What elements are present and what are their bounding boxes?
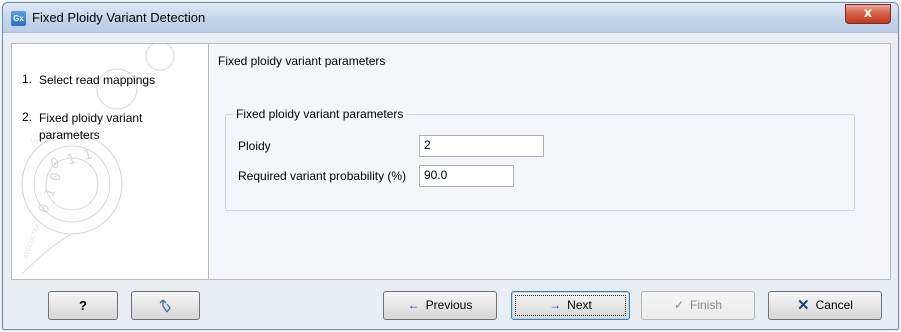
parameters-panel: Fixed ploidy variant parameters Fixed pl…: [210, 44, 890, 279]
variant-probability-input[interactable]: 90.0: [419, 165, 514, 187]
arrow-left-icon: ←: [407, 298, 420, 312]
help-icon: ?: [79, 298, 87, 313]
previous-button[interactable]: ← Previous: [383, 291, 497, 320]
reset-button[interactable]: [131, 291, 200, 320]
close-icon: x: [863, 6, 873, 21]
step-number: 1.: [22, 72, 33, 86]
cancel-x-icon: ✕: [797, 297, 810, 314]
focus-ring: [515, 295, 626, 316]
step-label: Select read mappings: [39, 73, 156, 87]
step-number: 2.: [22, 110, 33, 124]
svg-text:0 1 1: 0 1 1: [49, 146, 94, 172]
cancel-label: Cancel: [815, 298, 853, 312]
app-icon: Gx: [11, 11, 26, 26]
help-button[interactable]: ?: [48, 291, 118, 320]
finish-label: Finish: [690, 298, 723, 312]
dialog-content: 0 1 1 0 1 0 GCATTCGATCGT ATGCGCTAA 1. Se…: [11, 43, 891, 280]
checkmark-icon: ✓: [673, 298, 685, 312]
finish-button[interactable]: ✓ Finish: [641, 291, 755, 320]
variant-probability-label: Required variant probability (%): [238, 169, 407, 183]
svg-text:0 1 0: 0 1 0: [36, 170, 65, 215]
cancel-button[interactable]: ✕ Cancel: [768, 291, 882, 320]
button-bar: ? ← Previous → Next ✓ Finish ✕ Cancel: [11, 286, 891, 326]
ploidy-input[interactable]: 2: [419, 135, 544, 157]
wizard-steps-sidebar: 0 1 1 0 1 0 GCATTCGATCGT ATGCGCTAA 1. Se…: [12, 44, 209, 279]
previous-label: Previous: [425, 298, 473, 312]
dialog-window: Gx Fixed Ploidy Variant Detection x 0 1 …: [2, 2, 899, 330]
svg-text:ATGCGCTAA: ATGCGCTAA: [22, 222, 41, 260]
groupbox-title: Fixed ploidy variant parameters: [233, 107, 407, 121]
close-button[interactable]: x: [845, 4, 891, 24]
panel-title: Fixed ploidy variant parameters: [218, 54, 386, 68]
ploidy-label: Ploidy: [238, 139, 271, 153]
step-label: Fixed ploidy variant parameters: [39, 111, 143, 142]
reset-icon: [159, 299, 171, 313]
parameters-groupbox: Fixed ploidy variant parameters Ploidy 2…: [225, 107, 855, 211]
title-bar[interactable]: Gx Fixed Ploidy Variant Detection x: [3, 3, 898, 33]
window-title: Fixed Ploidy Variant Detection: [32, 10, 206, 25]
next-button[interactable]: → Next: [511, 291, 630, 320]
